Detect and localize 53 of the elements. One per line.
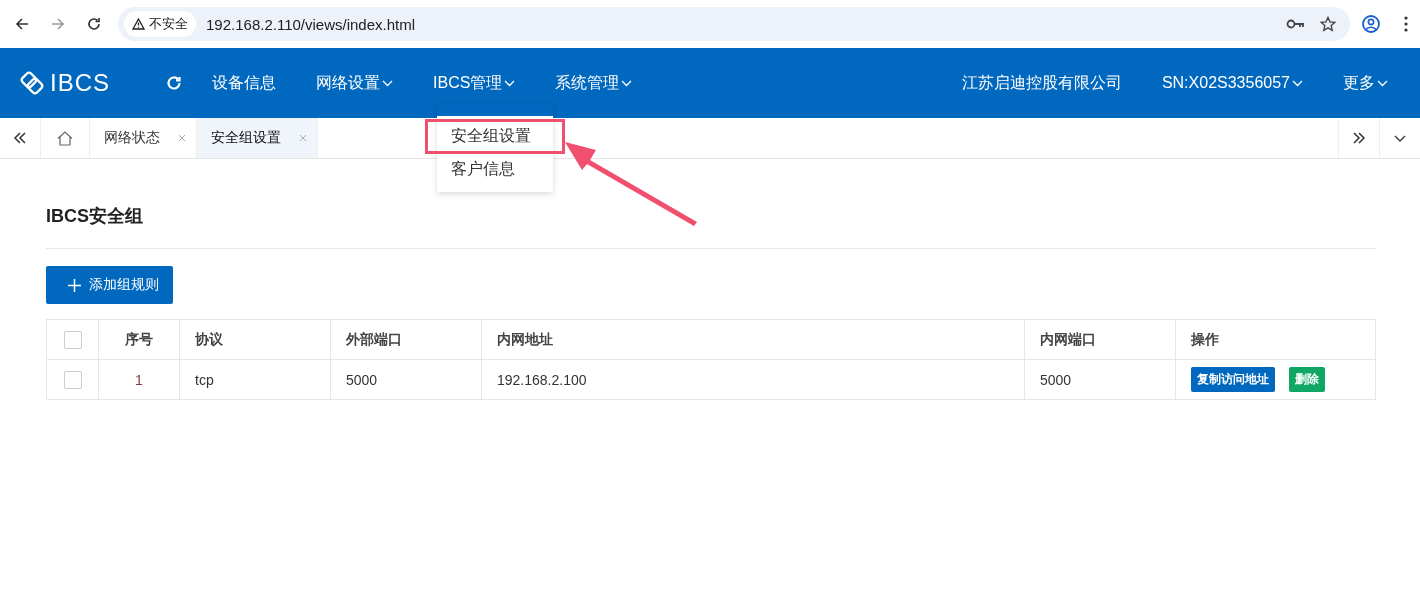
address-bar[interactable]: 不安全 192.168.2.110/views/index.html [118, 7, 1350, 41]
copy-address-button[interactable]: 复制访问地址 [1191, 367, 1275, 392]
chevron-down-icon [1394, 134, 1406, 142]
company-name: 江苏启迪控股有限公司 [960, 72, 1123, 93]
table-cell: 5000 [1040, 371, 1072, 388]
column-header: 操作 [1191, 330, 1219, 349]
caret-icon [621, 79, 633, 87]
dropdown-item[interactable]: 客户信息 [437, 153, 553, 186]
add-rule-button[interactable]: 添加组规则 [46, 266, 173, 304]
more-menu[interactable]: 更多 [1323, 72, 1420, 94]
security-chip[interactable]: 不安全 [124, 11, 196, 37]
table-cell: 192.168.2.100 [497, 371, 587, 388]
column-header: 协议 [195, 330, 223, 349]
row-checkbox[interactable] [63, 370, 82, 389]
caret-icon [382, 79, 393, 87]
nav-menu-item[interactable]: 设备信息 [192, 72, 296, 94]
home-icon [57, 130, 73, 146]
plus-icon [68, 278, 81, 292]
page-title: IBCS安全组 [46, 205, 144, 228]
column-header: 序号 [125, 330, 153, 349]
close-icon[interactable] [178, 134, 186, 142]
double-chevron-right-icon [1352, 132, 1366, 144]
refresh-icon[interactable] [166, 75, 182, 91]
caret-icon [1292, 79, 1303, 87]
more-vert-icon[interactable] [1404, 16, 1408, 32]
url-text: 192.168.2.110/views/index.html [206, 15, 416, 33]
reload-icon[interactable] [87, 17, 101, 31]
double-chevron-left-icon [13, 132, 27, 144]
caret-icon [504, 79, 516, 87]
nav-menu-item[interactable]: 网络设置 [296, 72, 413, 94]
key-icon[interactable] [1286, 18, 1304, 30]
column-header: 外部端口 [346, 330, 402, 349]
column-header: 内网地址 [497, 330, 553, 349]
nav-menu-item[interactable]: IBCS管理 [413, 72, 536, 94]
table-cell: tcp [195, 371, 214, 388]
page-tab[interactable]: 安全组设置 [197, 118, 318, 158]
dropdown-item[interactable]: 安全组设置 [426, 120, 564, 153]
close-icon[interactable] [299, 134, 307, 142]
star-icon[interactable] [1320, 16, 1336, 32]
logo-icon [18, 69, 46, 97]
profile-icon[interactable] [1362, 15, 1380, 33]
table-cell: 5000 [346, 371, 378, 388]
forward-icon[interactable] [51, 17, 65, 31]
table-cell: 1 [135, 371, 143, 388]
delete-button[interactable]: 删除 [1289, 367, 1325, 392]
select-all-checkbox[interactable] [63, 330, 82, 349]
back-icon[interactable] [15, 17, 29, 31]
caret-icon [1377, 79, 1388, 87]
logo-text: IBCS [50, 69, 110, 97]
warning-icon [132, 18, 145, 30]
serial-menu[interactable]: SN:X02S3356057 [1141, 74, 1323, 92]
nav-menu-item[interactable]: 系统管理 [535, 72, 653, 94]
column-header: 内网端口 [1040, 330, 1096, 349]
